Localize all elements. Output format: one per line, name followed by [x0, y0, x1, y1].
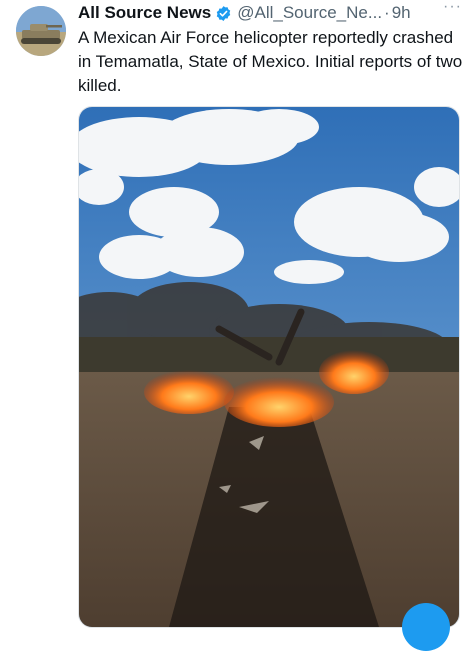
- tweet-header: All Source News @All_Source_Ne... · 9h ·…: [78, 0, 461, 24]
- more-options-icon[interactable]: ···: [443, 0, 462, 16]
- author-handle[interactable]: @All_Source_Ne...: [237, 3, 382, 23]
- tweet-text: A Mexican Air Force helicopter reportedl…: [78, 28, 463, 95]
- avatar[interactable]: [16, 6, 66, 56]
- timestamp[interactable]: 9h: [392, 3, 411, 23]
- compose-button[interactable]: [402, 603, 450, 651]
- separator-dot: ·: [384, 3, 390, 22]
- verified-badge-icon: [215, 5, 232, 22]
- tweet-media-image[interactable]: [78, 106, 460, 628]
- author-name[interactable]: All Source News: [78, 3, 211, 23]
